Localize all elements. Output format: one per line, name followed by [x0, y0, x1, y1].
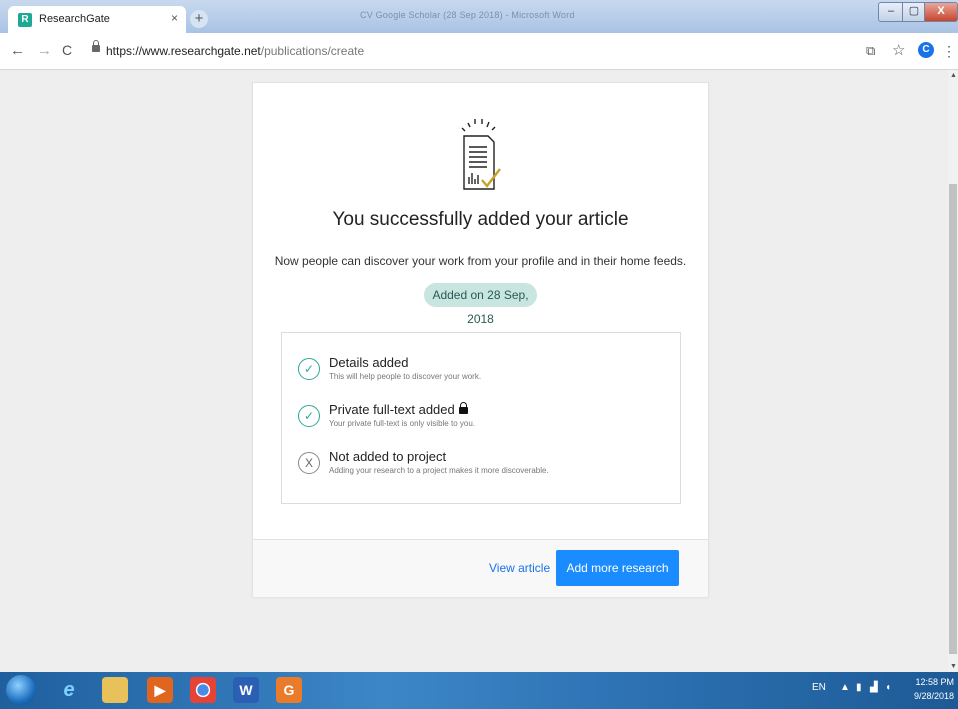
- tab-title: ResearchGate: [39, 13, 110, 25]
- checklist-desc: This will help people to discover your w…: [329, 372, 482, 381]
- explorer-icon[interactable]: [102, 677, 128, 703]
- add-more-research-button[interactable]: Add more research: [556, 550, 679, 586]
- taskbar-clock[interactable]: 12:58 PM 9/28/2018: [904, 675, 954, 703]
- lock-icon: [92, 40, 100, 52]
- word-icon[interactable]: W: [233, 677, 259, 703]
- page-viewport: You successfully added your article Now …: [0, 70, 958, 672]
- media-player-icon[interactable]: ▶: [147, 677, 173, 703]
- tab-researchgate[interactable]: R ResearchGate ×: [8, 6, 186, 33]
- success-subtext: Now people can discover your work from y…: [274, 254, 687, 268]
- padlock-icon: [458, 402, 468, 414]
- url-bar[interactable]: https://www.researchgate.net/publication…: [106, 44, 364, 58]
- url-path: /publications/create: [260, 44, 365, 58]
- page-scrollbar[interactable]: ▲ ▼: [948, 70, 958, 672]
- windows-taskbar: e ▶ W G EN ▲ ▮ ▟ ◖ 12:58 PM 9/28/2018: [0, 672, 958, 709]
- list-item-details: ✓ Details added This will help people to…: [298, 355, 668, 391]
- tray-expand-icon[interactable]: ▲: [840, 682, 850, 693]
- x-icon: X: [298, 452, 320, 474]
- browser-titlebar: R ResearchGate × + CV Google Scholar (28…: [0, 0, 958, 33]
- scrollbar-thumb[interactable]: [949, 184, 957, 654]
- page-title: You successfully added your article: [332, 209, 629, 230]
- checklist-title: Details added: [329, 355, 409, 370]
- scroll-up-arrow-icon[interactable]: ▲: [950, 72, 957, 79]
- list-item-fulltext: ✓ Private full-text added Your private f…: [298, 402, 668, 438]
- document-success-icon: [461, 119, 501, 190]
- clock-date: 9/28/2018: [913, 691, 954, 701]
- checklist-title: Not added to project: [329, 449, 447, 464]
- check-icon: ✓: [298, 358, 320, 380]
- researchgate-favicon-icon: R: [18, 13, 32, 27]
- checklist-title-text: Private full-text added: [329, 402, 455, 417]
- ie-icon[interactable]: e: [56, 677, 82, 703]
- language-indicator[interactable]: EN: [812, 682, 826, 693]
- forward-button[interactable]: →: [37, 42, 52, 59]
- view-article-link[interactable]: View article: [489, 561, 550, 575]
- checklist-desc: Your private full-text is only visible t…: [329, 419, 475, 428]
- bookmark-star-icon[interactable]: ☆: [892, 41, 905, 59]
- checklist-desc: Adding your research to a project makes …: [329, 466, 549, 475]
- tab-close-icon[interactable]: ×: [171, 11, 178, 25]
- signal-icon[interactable]: ▟: [870, 682, 878, 693]
- network-icon[interactable]: ▮: [856, 682, 862, 693]
- close-window-button[interactable]: X: [924, 2, 958, 22]
- url-host: https://www.researchgate.net: [106, 44, 261, 58]
- profile-avatar[interactable]: C: [918, 42, 934, 58]
- scroll-down-arrow-icon[interactable]: ▼: [950, 663, 957, 670]
- success-card: You successfully added your article Now …: [252, 82, 709, 597]
- list-item-project[interactable]: X Not added to project Adding your resea…: [298, 449, 668, 485]
- minimize-button[interactable]: –: [878, 2, 904, 22]
- card-footer: View article Add more research: [253, 539, 708, 597]
- back-button[interactable]: ←: [10, 42, 25, 59]
- background-window-title: CV Google Scholar (28 Sep 2018) - Micros…: [360, 10, 575, 20]
- chrome-icon[interactable]: [190, 677, 216, 703]
- translate-icon[interactable]: ⧉: [866, 43, 875, 59]
- check-icon: ✓: [298, 405, 320, 427]
- volume-icon[interactable]: ◖: [885, 682, 891, 693]
- browser-menu-icon[interactable]: ⋮: [942, 43, 956, 60]
- maximize-button[interactable]: ▢: [902, 2, 926, 22]
- reload-button[interactable]: C: [62, 42, 72, 58]
- new-tab-button[interactable]: +: [190, 10, 208, 28]
- added-date-badge: Added on 28 Sep, 2018: [424, 283, 537, 326]
- checklist-title: Private full-text added: [329, 402, 468, 417]
- address-toolbar: ← → C https://www.researchgate.net/publi…: [0, 33, 958, 70]
- clock-time: 12:58 PM: [915, 677, 954, 687]
- start-button[interactable]: [6, 675, 36, 705]
- status-checklist: ✓ Details added This will help people to…: [281, 332, 681, 504]
- pdf-icon[interactable]: G: [276, 677, 302, 703]
